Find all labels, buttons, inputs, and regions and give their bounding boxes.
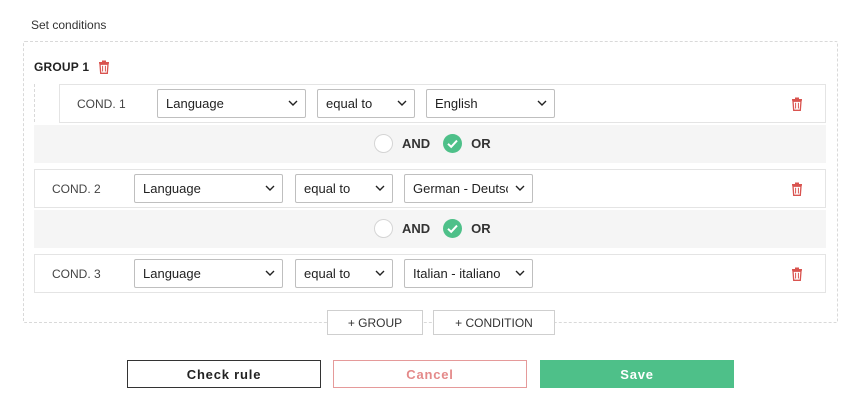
operator-select[interactable]: equal to [317, 89, 415, 118]
add-group-button[interactable]: + GROUP [327, 310, 423, 335]
and-radio[interactable] [374, 219, 393, 238]
cancel-button[interactable]: Cancel [333, 360, 527, 388]
group-header: GROUP 1 [34, 59, 111, 75]
value-select[interactable]: Italian - italiano [404, 259, 533, 288]
condition-label: COND. 1 [77, 97, 126, 111]
condition-label: COND. 2 [52, 182, 101, 196]
condition-row: COND. 2 Language equal to German - Deuts… [34, 169, 826, 208]
condition-row: COND. 1 Language equal to English [59, 84, 826, 123]
add-condition-button[interactable]: + CONDITION [433, 310, 555, 335]
operator-select[interactable]: equal to [295, 174, 393, 203]
logic-options: AND OR [374, 219, 504, 238]
or-label[interactable]: OR [471, 136, 491, 151]
value-select[interactable]: English [426, 89, 555, 118]
section-label: Set conditions [31, 18, 107, 32]
chevron-down-icon [375, 185, 385, 191]
and-label[interactable]: AND [402, 221, 430, 236]
trash-icon[interactable] [97, 60, 111, 74]
chevron-down-icon [537, 100, 547, 106]
chevron-down-icon [515, 185, 525, 191]
chevron-down-icon [265, 185, 275, 191]
chevron-down-icon [397, 100, 407, 106]
or-radio[interactable] [443, 134, 463, 153]
check-rule-button[interactable]: Check rule [127, 360, 321, 388]
check-icon [447, 224, 458, 234]
logic-connector: AND OR [34, 125, 826, 163]
trash-icon[interactable] [790, 267, 804, 281]
field-select[interactable]: Language [157, 89, 306, 118]
group-title: GROUP 1 [34, 60, 90, 74]
check-icon [447, 139, 458, 149]
group-indent-line [34, 84, 59, 122]
or-radio[interactable] [443, 219, 463, 238]
operator-select[interactable]: equal to [295, 259, 393, 288]
and-label[interactable]: AND [402, 136, 430, 151]
chevron-down-icon [515, 270, 525, 276]
value-select[interactable]: German - Deutsch [404, 174, 533, 203]
field-select[interactable]: Language [134, 259, 283, 288]
logic-options: AND OR [374, 134, 504, 153]
condition-label: COND. 3 [52, 267, 101, 281]
save-button[interactable]: Save [540, 360, 734, 388]
and-radio[interactable] [374, 134, 393, 153]
field-select[interactable]: Language [134, 174, 283, 203]
trash-icon[interactable] [790, 182, 804, 196]
trash-icon[interactable] [790, 97, 804, 111]
chevron-down-icon [288, 100, 298, 106]
or-label[interactable]: OR [471, 221, 491, 236]
chevron-down-icon [265, 270, 275, 276]
chevron-down-icon [375, 270, 385, 276]
logic-connector: AND OR [34, 210, 826, 248]
condition-row: COND. 3 Language equal to Italian - ital… [34, 254, 826, 293]
